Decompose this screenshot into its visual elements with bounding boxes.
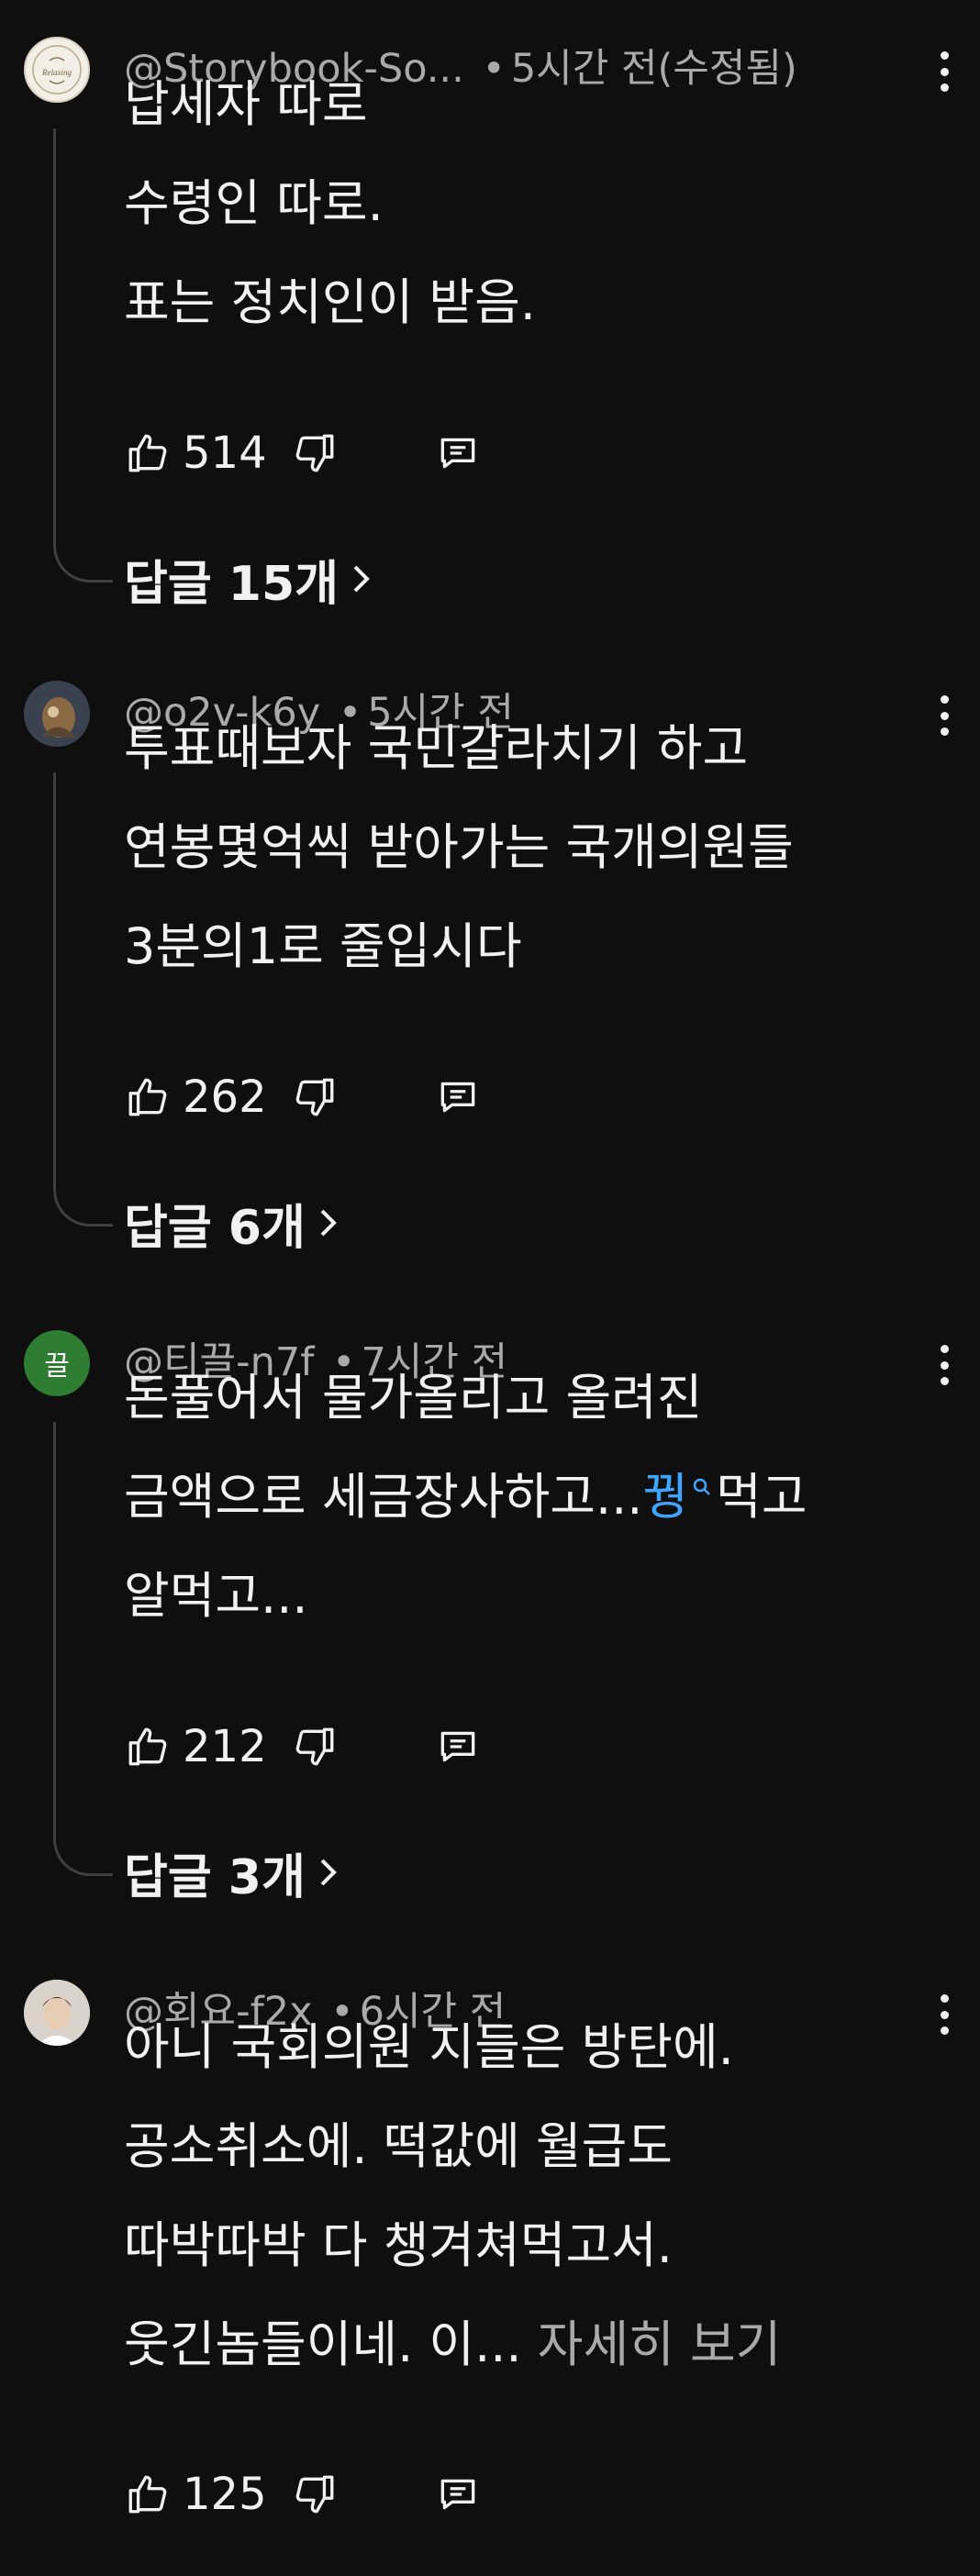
dislike-icon[interactable] bbox=[289, 426, 340, 481]
comment-actions: 514 bbox=[122, 421, 484, 485]
thread-line bbox=[53, 1422, 113, 1876]
read-more-link[interactable]: 자세히 보기 bbox=[538, 2315, 782, 2373]
comment-text: 돈풀어서 물가올리고 올려진 금액으로 세금장사하고...꿩 먹고 알먹고... bbox=[124, 1369, 807, 1625]
reply-icon[interactable] bbox=[432, 2467, 484, 2522]
comment-actions: 125 bbox=[122, 2462, 484, 2526]
like-icon[interactable] bbox=[122, 1719, 173, 1774]
like-icon[interactable] bbox=[122, 2467, 173, 2522]
search-icon bbox=[693, 1478, 711, 1495]
like-count: 212 bbox=[183, 1721, 267, 1772]
comment-text: 아니 국회의원 지들은 방탄에. 공소취소에. 떡값에 월급도 따박따박 다 챙… bbox=[124, 2018, 782, 2373]
more-options-icon[interactable] bbox=[930, 51, 958, 92]
avatar[interactable]: Relaxing bbox=[24, 37, 90, 103]
like-icon[interactable] bbox=[122, 1070, 173, 1125]
like-count: 514 bbox=[183, 427, 267, 479]
avatar-image-icon bbox=[24, 1980, 90, 2046]
comment-actions: 262 bbox=[122, 1065, 484, 1129]
search-link[interactable]: 꿩 bbox=[642, 1468, 716, 1526]
like-count: 262 bbox=[183, 1071, 267, 1123]
more-options-icon[interactable] bbox=[930, 1994, 958, 2035]
avatar[interactable]: 끌 bbox=[24, 1330, 90, 1396]
reply-icon[interactable] bbox=[432, 426, 484, 481]
chevron-right-icon bbox=[320, 1859, 337, 1886]
dislike-icon[interactable] bbox=[289, 2467, 340, 2522]
svg-text:Relaxing: Relaxing bbox=[41, 68, 72, 77]
avatar[interactable] bbox=[24, 681, 90, 747]
avatar-logo-icon: Relaxing bbox=[32, 45, 82, 94]
dislike-icon[interactable] bbox=[289, 1719, 340, 1774]
dislike-icon[interactable] bbox=[289, 1070, 340, 1125]
thread-line bbox=[53, 128, 113, 583]
like-count: 125 bbox=[183, 2469, 267, 2520]
like-icon[interactable] bbox=[122, 426, 173, 481]
reply-icon[interactable] bbox=[432, 1719, 484, 1774]
more-options-icon[interactable] bbox=[930, 1345, 958, 1385]
replies-button[interactable]: 답글 3개 bbox=[124, 1840, 339, 1905]
comment-text: 투표때보자 국민갈라치기 하고 연봉몇억씩 받아가는 국개의원들 3분의1로 줄… bbox=[124, 719, 794, 975]
replies-button[interactable]: 답글 6개 bbox=[124, 1191, 339, 1256]
comment-text: 납세자 따로 수령인 따로. 표는 정치인이 받음. bbox=[124, 75, 536, 331]
chevron-right-icon bbox=[353, 565, 370, 593]
avatar-initial: 끌 bbox=[44, 1350, 70, 1382]
comment-time: 5시간 전(수정됨) bbox=[510, 46, 797, 92]
thread-line bbox=[53, 772, 113, 1227]
comment-actions: 212 bbox=[122, 1715, 484, 1779]
replies-button[interactable]: 답글 15개 bbox=[124, 547, 372, 612]
chevron-right-icon bbox=[320, 1209, 337, 1237]
avatar[interactable] bbox=[24, 1980, 90, 2046]
avatar-image-icon bbox=[24, 681, 90, 747]
reply-icon[interactable] bbox=[432, 1070, 484, 1125]
more-options-icon[interactable] bbox=[930, 695, 958, 736]
